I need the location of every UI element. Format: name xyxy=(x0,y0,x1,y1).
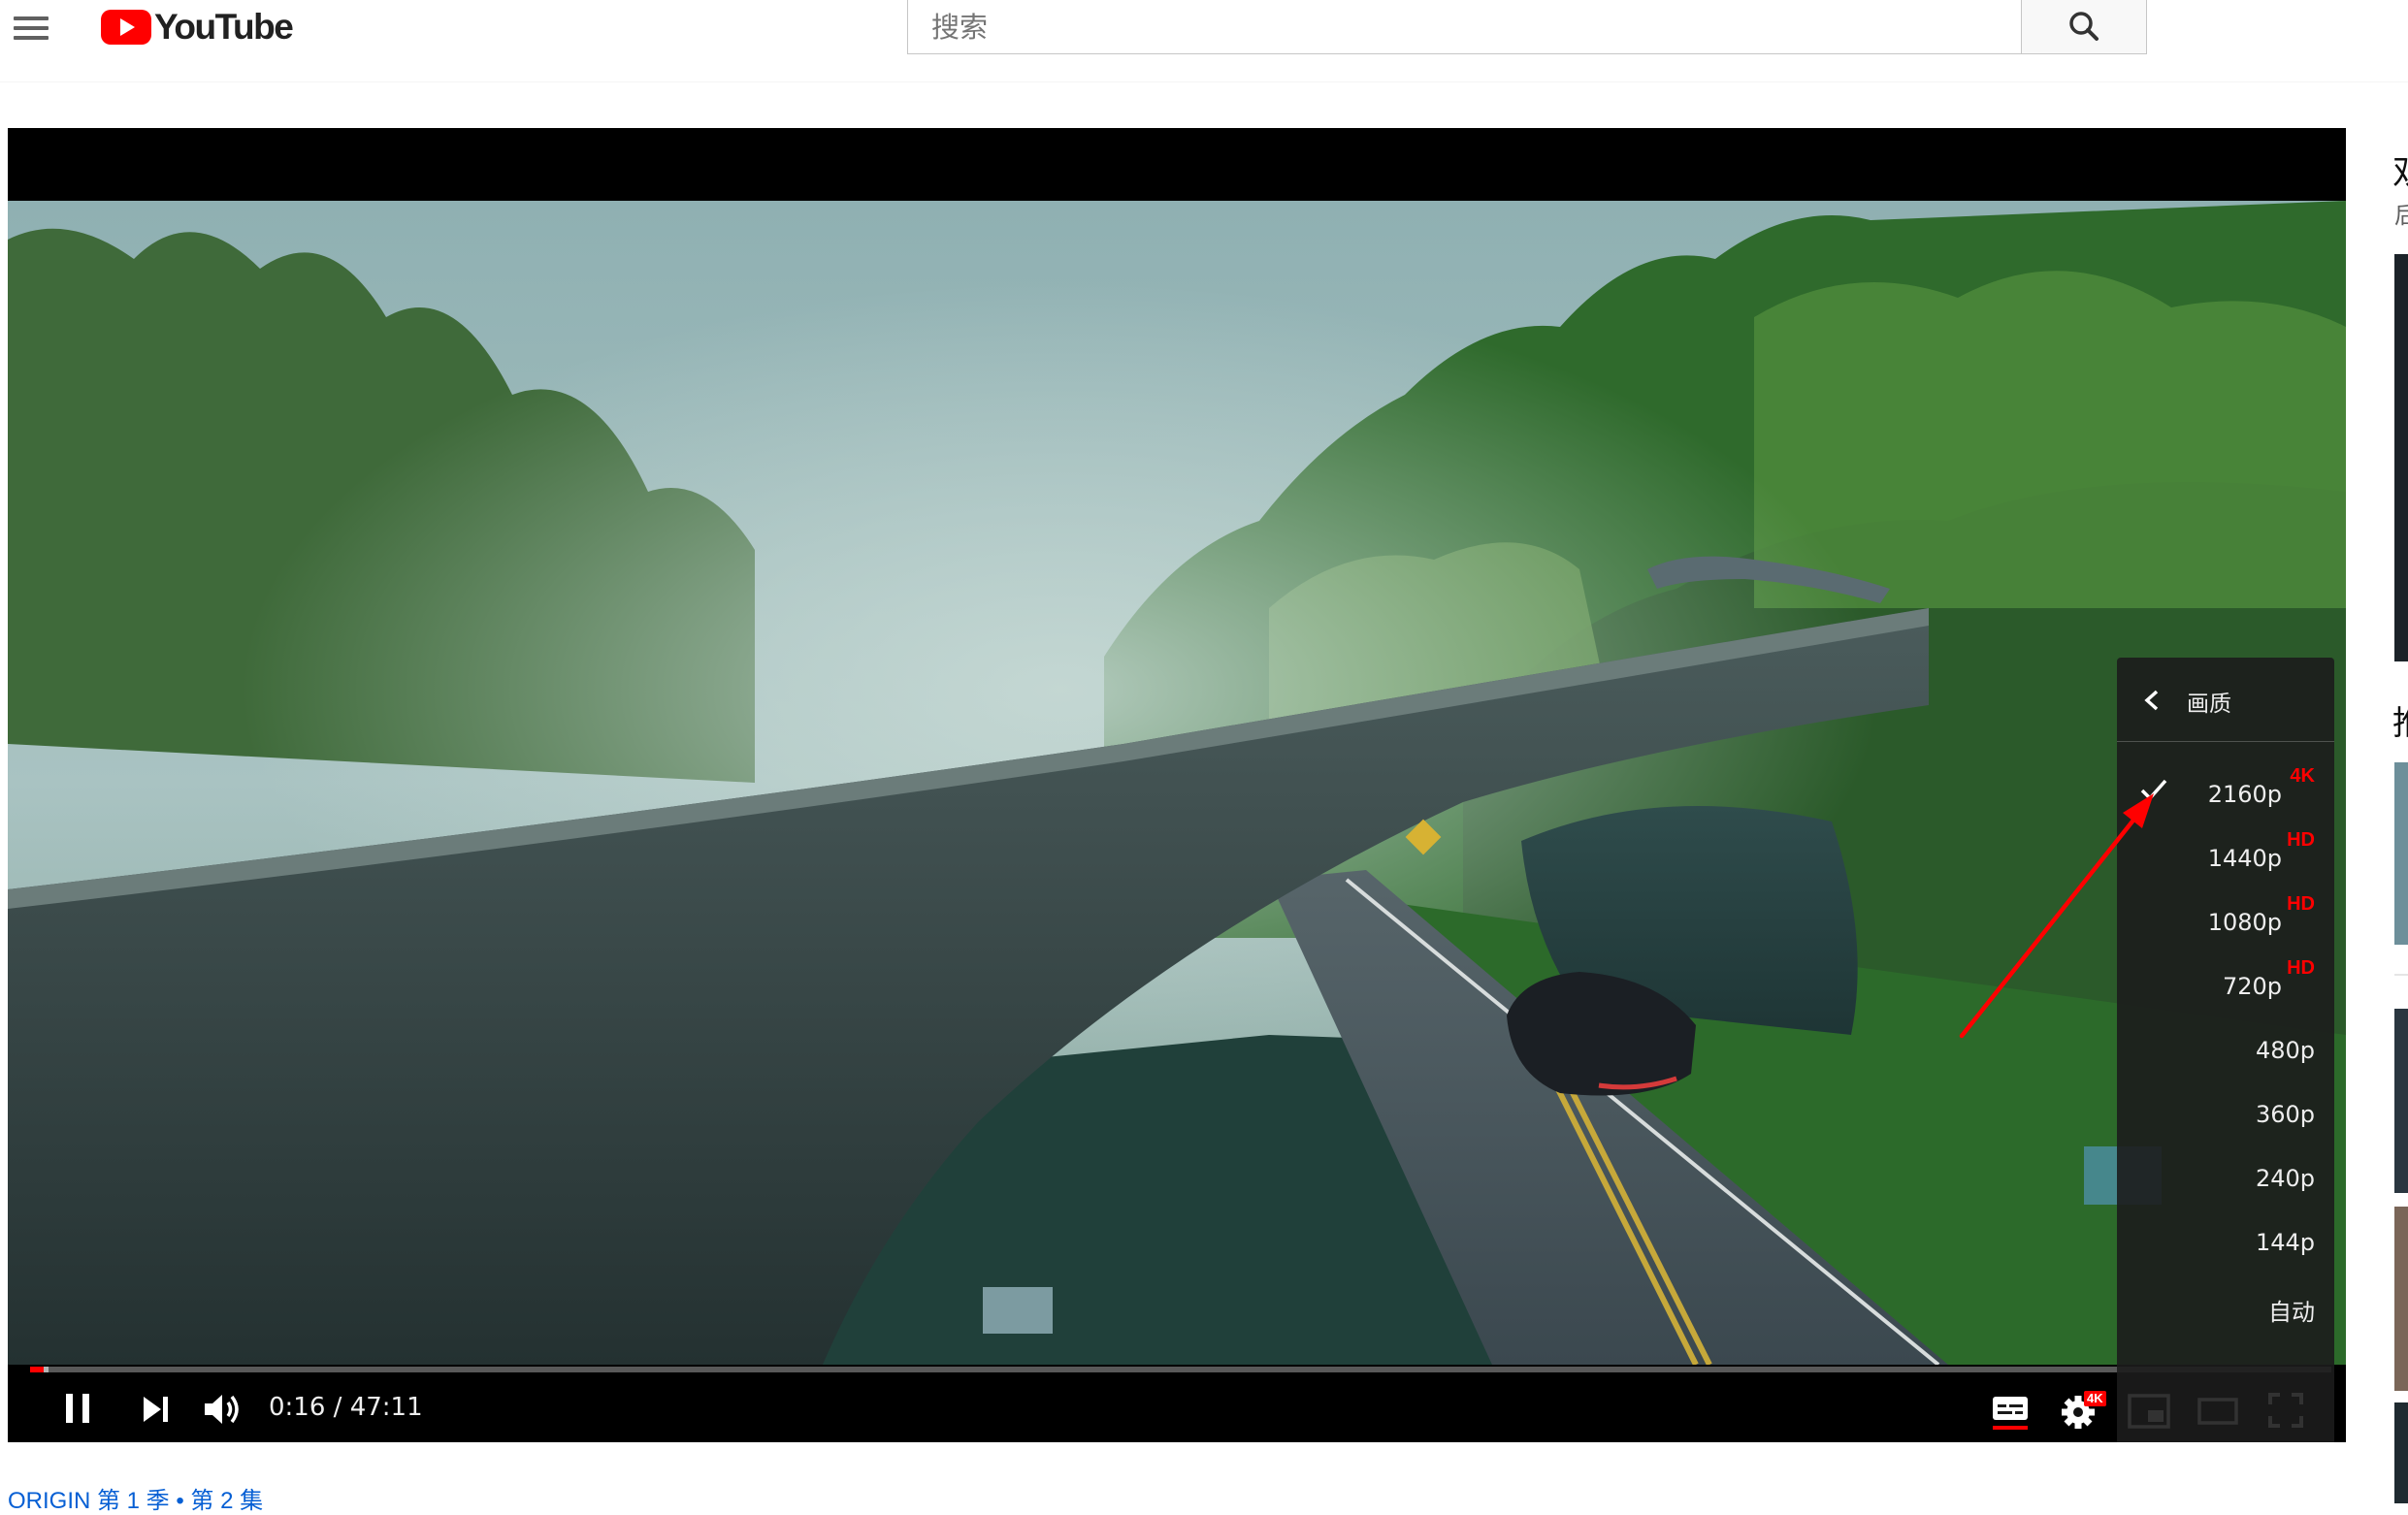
quality-option-label: 自动 xyxy=(2268,1299,2315,1326)
search-icon xyxy=(2069,12,2099,41)
sidebar-thumbnail[interactable] xyxy=(2394,254,2408,661)
search-input[interactable] xyxy=(929,0,2001,55)
quality-option-720p[interactable]: 720p HD xyxy=(2222,957,2315,1000)
quality-option-label: 480p xyxy=(2255,1037,2315,1064)
quality-option-240p[interactable]: 240p xyxy=(2256,1165,2315,1192)
player-controls: 0:16 / 47:11 4K xyxy=(8,1379,2346,1442)
series-breadcrumb[interactable]: ORIGIN 第 1 季 • 第 2 集 xyxy=(8,1481,263,1515)
pause-icon[interactable] xyxy=(60,1391,95,1426)
progress-played xyxy=(30,1367,45,1372)
sidebar-thumbnail[interactable] xyxy=(2394,1402,2408,1503)
quality-option-label: 240p xyxy=(2255,1165,2315,1192)
quality-badge-hd: HD xyxy=(2287,829,2315,851)
video-frame[interactable] xyxy=(8,201,2346,1365)
quality-badge-hd: HD xyxy=(2287,957,2315,979)
youtube-logo[interactable]: YouTube xyxy=(101,6,294,48)
quality-option-label: 1080p xyxy=(2207,909,2282,936)
video-player[interactable]: 0:16 / 47:11 4K 画质 2160p 4K 1440p HD 108… xyxy=(8,128,2346,1442)
quality-menu-title: 画质 xyxy=(2187,692,2231,717)
quality-option-label: 720p xyxy=(2222,973,2282,1000)
youtube-play-icon xyxy=(101,10,151,45)
quality-option-1440p[interactable]: 1440p HD xyxy=(2207,829,2315,872)
sidebar-heading-2: 推 xyxy=(2392,696,2408,744)
time-separator: / xyxy=(325,1393,350,1422)
current-time: 0:16 xyxy=(269,1393,326,1422)
quality-badge-hd: HD xyxy=(2287,893,2315,915)
quality-menu: 画质 2160p 4K 1440p HD 1080p HD 720p HD 48… xyxy=(2117,658,2334,1442)
settings-quality-badge: 4K xyxy=(2084,1391,2106,1406)
sidebar-divider xyxy=(2394,974,2408,976)
video-scene-image xyxy=(8,201,2346,1365)
time-display: 0:16 / 47:11 xyxy=(269,1393,423,1422)
search-box xyxy=(907,0,2021,55)
subtitles-icon[interactable] xyxy=(1991,1393,2030,1432)
quality-menu-header[interactable]: 画质 xyxy=(2117,658,2334,742)
sidebar-subheading: 后 xyxy=(2394,202,2408,229)
sidebar-thumbnail[interactable] xyxy=(2394,762,2408,945)
checkmark-icon xyxy=(2140,779,2167,801)
quality-option-auto[interactable]: 自动 xyxy=(2268,1293,2315,1327)
quality-option-label: 1440p xyxy=(2207,845,2282,872)
search-button[interactable] xyxy=(2021,0,2147,54)
quality-option-480p[interactable]: 480p xyxy=(2256,1037,2315,1064)
sidebar-heading: 双 xyxy=(2392,145,2408,193)
progress-bar[interactable] xyxy=(30,1367,2331,1372)
quality-option-2160p[interactable]: 2160p 4K xyxy=(2207,765,2315,808)
quality-option-360p[interactable]: 360p xyxy=(2256,1101,2315,1128)
quality-option-label: 360p xyxy=(2255,1101,2315,1128)
quality-option-144p[interactable]: 144p xyxy=(2256,1229,2315,1256)
menu-icon[interactable] xyxy=(12,12,50,45)
sidebar-thumbnail[interactable] xyxy=(2394,1009,2408,1193)
quality-option-1080p[interactable]: 1080p HD xyxy=(2207,893,2315,936)
settings-button[interactable]: 4K xyxy=(2059,1389,2106,1432)
quality-option-label: 2160p xyxy=(2207,781,2282,808)
next-video-icon[interactable] xyxy=(140,1393,173,1426)
quality-badge-4k: 4K xyxy=(2290,765,2315,787)
chevron-left-icon[interactable] xyxy=(2142,689,2162,712)
logo-text: YouTube xyxy=(154,7,294,47)
duration: 47:11 xyxy=(349,1393,423,1422)
quality-option-label: 144p xyxy=(2255,1229,2315,1256)
top-bar: YouTube xyxy=(0,0,2408,81)
sidebar-thumbnail[interactable] xyxy=(2394,1207,2408,1391)
volume-icon[interactable] xyxy=(202,1391,244,1428)
